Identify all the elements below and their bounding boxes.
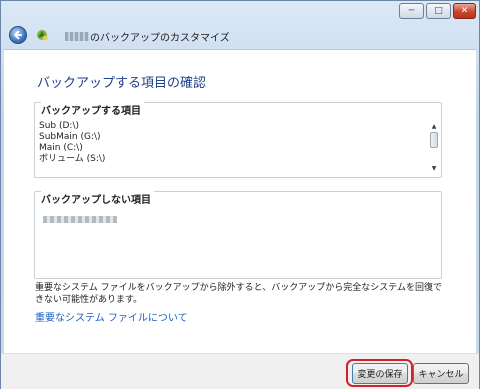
minimize-button[interactable]: ─ bbox=[399, 3, 424, 19]
included-items-label: バックアップする項目 bbox=[41, 102, 144, 117]
back-button[interactable] bbox=[9, 26, 27, 44]
scroll-thumb[interactable] bbox=[430, 132, 438, 148]
window: ─ □ ✕ のバックアップのカスタマイズ バックアップする項目の確認 バックアッ… bbox=[0, 0, 480, 389]
redacted-excluded-item bbox=[43, 216, 117, 223]
main-content: バックアップする項目の確認 バックアップする項目 Sub (D:\) SubMa… bbox=[4, 49, 476, 354]
list-item: Main (C:\) bbox=[39, 143, 83, 153]
navigation-bar: のバックアップのカスタマイズ bbox=[1, 23, 479, 49]
title-bar: ─ □ ✕ bbox=[1, 1, 479, 23]
page-heading: バックアップする項目の確認 bbox=[37, 76, 207, 91]
close-button[interactable]: ✕ bbox=[453, 3, 476, 19]
window-title: のバックアップのカスタマイズ bbox=[90, 33, 230, 44]
save-changes-button[interactable]: 変更の保存 bbox=[352, 363, 408, 384]
warning-text: 重要なシステム ファイルをバックアップから除外すると、バックアップから完全なシス… bbox=[35, 283, 442, 305]
list-item: SubMain (G:\) bbox=[39, 132, 101, 142]
excluded-items-label: バックアップしない項目 bbox=[41, 191, 154, 206]
maximize-button[interactable]: □ bbox=[426, 3, 451, 19]
redacted-computer-name bbox=[65, 32, 89, 41]
back-arrow-icon bbox=[13, 30, 22, 40]
list-item: Sub (D:\) bbox=[39, 121, 80, 131]
button-bar: 変更の保存 キャンセル bbox=[1, 353, 479, 389]
scroll-down-icon[interactable]: ▼ bbox=[429, 163, 439, 173]
included-items-list[interactable]: Sub (D:\) SubMain (G:\) Main (C:\) ボリューム… bbox=[39, 121, 425, 165]
vertical-scrollbar[interactable]: ▲ ▼ bbox=[429, 121, 439, 173]
scroll-up-icon[interactable]: ▲ bbox=[429, 121, 439, 131]
backup-app-icon bbox=[37, 30, 48, 41]
cancel-button[interactable]: キャンセル bbox=[413, 363, 469, 384]
included-items-group: バックアップする項目 Sub (D:\) SubMain (G:\) Main … bbox=[34, 102, 442, 178]
excluded-items-group: バックアップしない項目 bbox=[34, 191, 442, 279]
system-files-link[interactable]: 重要なシステム ファイルについて bbox=[35, 309, 188, 324]
list-item: ボリューム (S:\) bbox=[39, 154, 106, 164]
